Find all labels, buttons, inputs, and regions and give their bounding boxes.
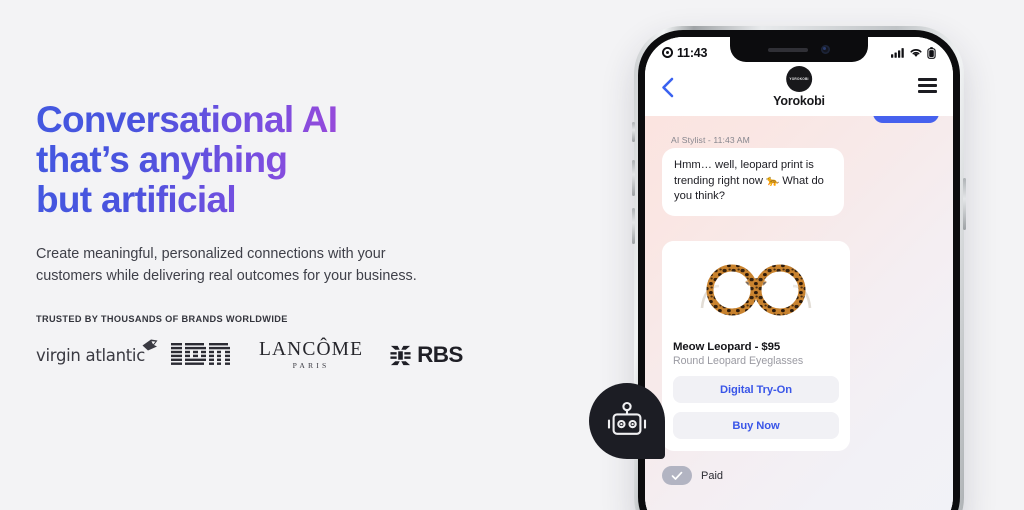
- chat-area[interactable]: AI Stylist - 11:43 AM Hmm… well, leopard…: [645, 116, 953, 510]
- logo-rbs: RBS: [389, 342, 463, 368]
- message-meta: AI Stylist - 11:43 AM: [671, 135, 750, 145]
- product-card[interactable]: Meow Leopard - $95 Round Leopard Eyeglas…: [662, 241, 850, 451]
- product-title: Meow Leopard - $95: [673, 341, 781, 353]
- product-image: [662, 241, 850, 339]
- check-icon: [671, 471, 683, 480]
- cellular-signal-icon: [891, 48, 904, 58]
- product-card-body: Meow Leopard - $95 Round Leopard Eyeglas…: [662, 339, 850, 451]
- phone-screen: 11:43 YOROKOBI Yorokobi AI Stylist - 11:…: [645, 37, 953, 510]
- back-chevron-icon: [662, 77, 674, 98]
- brand-avatar: YOROKOBI: [786, 66, 812, 92]
- phone-volume-down-button[interactable]: [632, 208, 635, 244]
- battery-icon: [927, 46, 936, 59]
- hamburger-line: [918, 78, 937, 81]
- round-leopard-eyeglasses-icon: [700, 264, 812, 316]
- phone-power-button[interactable]: [963, 178, 966, 230]
- brand-name: Yorokobi: [773, 94, 825, 108]
- app-header: YOROKOBI Yorokobi: [645, 64, 953, 116]
- leopard-emoji: 🐆: [766, 174, 780, 187]
- location-icon: [662, 47, 673, 58]
- logo-virgin-atlantic-text: virgin atlantic: [36, 345, 145, 365]
- brand-block: YOROKOBI Yorokobi: [773, 66, 825, 108]
- product-subtitle: Round Leopard Eyeglasses: [673, 355, 804, 367]
- logo-virgin-atlantic: virgin atlantic: [36, 339, 158, 365]
- bot-message-bubble: Hmm… well, leopard print is trending rig…: [662, 148, 844, 216]
- logo-lancome-text: LANCÔME: [258, 339, 364, 360]
- earpiece-speaker: [768, 47, 808, 52]
- phone-silent-switch[interactable]: [632, 122, 635, 142]
- hamburger-line: [918, 90, 937, 93]
- brand-avatar-text: YOROKOBI: [789, 77, 809, 81]
- wifi-icon: [910, 49, 922, 57]
- paid-status-badge: [662, 466, 692, 485]
- status-bar-right: [891, 46, 936, 59]
- brand-logo-row: virgin atlantic LANCÔME PARIS RBS: [36, 338, 506, 372]
- rbs-daisy-icon: [390, 345, 411, 365]
- logo-ibm-mark: [170, 342, 230, 365]
- phone-volume-up-button[interactable]: [632, 160, 635, 196]
- menu-button[interactable]: [918, 68, 937, 93]
- paid-status-row: Paid: [662, 466, 723, 485]
- logo-lancome: LANCÔME PARIS: [258, 339, 364, 371]
- digital-try-on-button[interactable]: Digital Try-On: [673, 376, 839, 403]
- user-message-bubble: [873, 116, 939, 123]
- status-bar-time: 11:43: [677, 45, 708, 60]
- logo-ibm: [170, 342, 233, 368]
- hero-copy-column: Conversational AI that’s anything but ar…: [36, 100, 506, 372]
- chatbot-launcher-badge[interactable]: [589, 383, 665, 459]
- hamburger-line: [918, 84, 937, 87]
- status-bar-left: 11:43: [662, 46, 707, 60]
- logo-rbs-text: RBS: [417, 342, 463, 367]
- virgin-flag-icon: [142, 339, 158, 350]
- logo-lancome-subtext: PARIS: [292, 361, 330, 370]
- page-title: Conversational AI that’s anything but ar…: [36, 100, 506, 220]
- back-button[interactable]: [661, 68, 674, 103]
- hero-section: Conversational AI that’s anything but ar…: [0, 0, 1024, 510]
- robot-head-icon: [607, 401, 647, 435]
- buy-now-button[interactable]: Buy Now: [673, 412, 839, 439]
- phone-notch: [730, 37, 868, 62]
- trusted-by-label: TRUSTED BY THOUSANDS OF BRANDS WORLDWIDE: [36, 314, 288, 324]
- phone-mockup: 11:43 YOROKOBI Yorokobi AI Stylist - 11:…: [632, 26, 966, 510]
- front-camera-icon: [821, 45, 830, 54]
- paid-status-label: Paid: [701, 469, 724, 482]
- hero-subheading: Create meaningful, personalized connecti…: [36, 246, 417, 284]
